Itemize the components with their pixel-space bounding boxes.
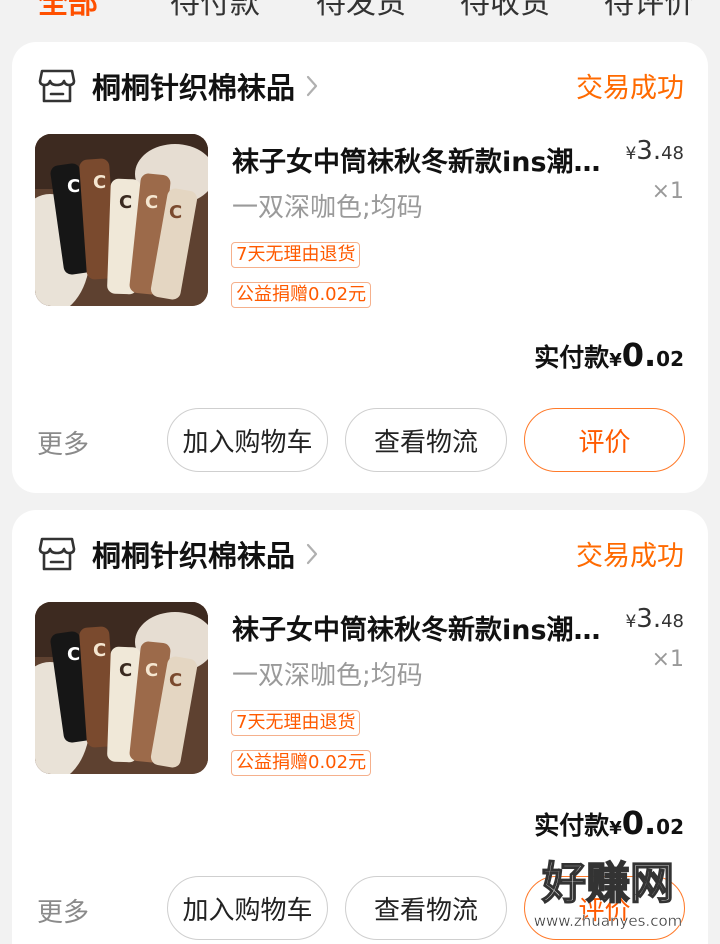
- product-sku: 一双深咖色;均码: [232, 661, 423, 691]
- svg-text:C: C: [67, 176, 80, 197]
- tab-pending-shipment[interactable]: 待发货: [316, 0, 406, 22]
- product-quantity: ×1: [651, 647, 684, 672]
- tab-pending-review[interactable]: 待评价: [604, 0, 694, 22]
- charity-tag: 公益捐赠0.02元: [231, 282, 372, 308]
- review-button[interactable]: 评价: [524, 408, 685, 472]
- product-image[interactable]: C C C C C: [35, 602, 208, 774]
- chevron-right-icon: [306, 75, 318, 97]
- order-status: 交易成功: [576, 73, 684, 104]
- return-policy-tag: 7天无理由退货: [231, 242, 361, 268]
- svg-text:C: C: [119, 660, 132, 681]
- paid-amount: 实付款¥0.02: [534, 804, 684, 842]
- order-card[interactable]: 桐桐针织棉袜品 交易成功 C C C C C 袜子女中筒袜秋冬新款ins潮外..…: [12, 42, 708, 493]
- site-watermark: 好赚网 www.zhuanyes.com: [534, 857, 683, 930]
- more-button[interactable]: 更多: [37, 424, 89, 461]
- product-price: ¥3.48: [625, 136, 684, 166]
- svg-text:C: C: [145, 192, 158, 213]
- shop-name: 桐桐针织棉袜品: [92, 539, 296, 573]
- product-quantity: ×1: [651, 179, 684, 204]
- product-image[interactable]: C C C C C: [35, 134, 208, 306]
- svg-text:C: C: [169, 670, 182, 691]
- svg-text:C: C: [145, 660, 158, 681]
- product-sku: 一双深咖色;均码: [232, 193, 423, 223]
- add-to-cart-button[interactable]: 加入购物车: [167, 408, 328, 472]
- charity-tag: 公益捐赠0.02元: [231, 750, 372, 776]
- svg-text:C: C: [93, 640, 106, 661]
- store-icon: [38, 69, 76, 103]
- order-status: 交易成功: [576, 541, 684, 572]
- shop-link[interactable]: 桐桐针织棉袜品: [38, 64, 319, 108]
- tab-pending-payment[interactable]: 待付款: [170, 0, 260, 22]
- chevron-right-icon: [306, 543, 318, 565]
- svg-text:好赚网: 好赚网: [541, 858, 674, 909]
- product-title[interactable]: 袜子女中筒袜秋冬新款ins潮外...: [232, 608, 612, 647]
- shop-name: 桐桐针织棉袜品: [92, 71, 296, 105]
- store-icon: [38, 537, 76, 571]
- product-price: ¥3.48: [625, 604, 684, 634]
- svg-text:C: C: [169, 202, 182, 223]
- return-policy-tag: 7天无理由退货: [231, 710, 361, 736]
- view-logistics-button[interactable]: 查看物流: [345, 408, 507, 472]
- svg-text:C: C: [119, 192, 132, 213]
- shop-link[interactable]: 桐桐针织棉袜品: [38, 532, 319, 576]
- tab-all[interactable]: 全部: [38, 0, 98, 22]
- svg-text:C: C: [93, 172, 106, 193]
- view-logistics-button[interactable]: 查看物流: [345, 876, 507, 940]
- order-status-tabs: 全部 待付款 待发货 待收货 待评价: [0, 0, 720, 32]
- tab-pending-receipt[interactable]: 待收货: [460, 0, 550, 22]
- paid-amount: 实付款¥0.02: [534, 336, 684, 374]
- svg-text:www.zhuanyes.com: www.zhuanyes.com: [534, 912, 683, 930]
- svg-text:C: C: [67, 644, 80, 665]
- add-to-cart-button[interactable]: 加入购物车: [167, 876, 328, 940]
- more-button[interactable]: 更多: [37, 892, 89, 929]
- product-title[interactable]: 袜子女中筒袜秋冬新款ins潮外...: [232, 140, 612, 179]
